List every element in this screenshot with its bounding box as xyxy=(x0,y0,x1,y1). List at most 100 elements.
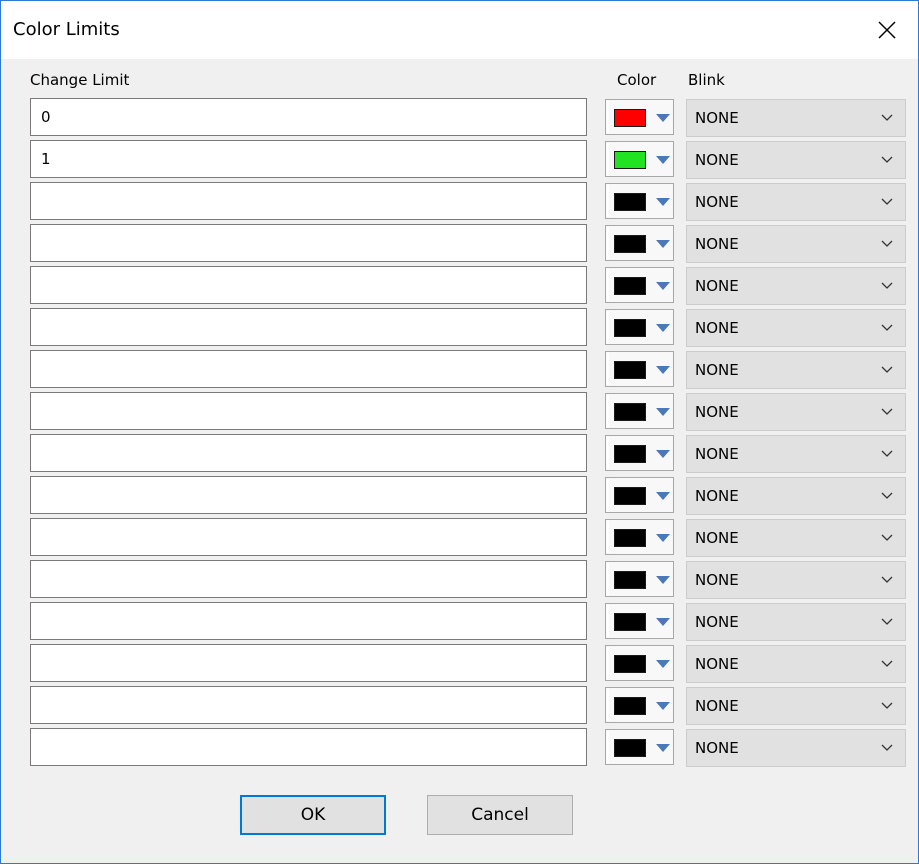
dropdown-arrow-icon xyxy=(656,492,670,500)
blink-value: NONE xyxy=(695,739,739,757)
blink-select[interactable]: NONE xyxy=(686,267,906,305)
ok-button[interactable]: OK xyxy=(240,795,386,835)
blink-value: NONE xyxy=(695,403,739,421)
change-limit-input[interactable] xyxy=(30,518,587,556)
blink-select[interactable]: NONE xyxy=(686,183,906,221)
limit-row: NONE xyxy=(1,602,918,641)
color-swatch xyxy=(614,193,646,211)
color-picker-button[interactable] xyxy=(605,477,674,513)
chevron-down-icon xyxy=(881,240,893,247)
chevron-down-icon xyxy=(881,282,893,289)
blink-value: NONE xyxy=(695,361,739,379)
limit-row: 0 NONE xyxy=(1,98,918,137)
blink-value: NONE xyxy=(695,151,739,169)
chevron-down-icon xyxy=(881,618,893,625)
blink-select[interactable]: NONE xyxy=(686,729,906,767)
blink-select[interactable]: NONE xyxy=(686,309,906,347)
blink-value: NONE xyxy=(695,697,739,715)
change-limit-input[interactable] xyxy=(30,350,587,388)
header-change-limit: Change Limit xyxy=(30,71,130,89)
color-picker-button[interactable] xyxy=(605,393,674,429)
change-limit-input[interactable] xyxy=(30,602,587,640)
color-picker-button[interactable] xyxy=(605,267,674,303)
chevron-down-icon xyxy=(881,660,893,667)
color-picker-button[interactable] xyxy=(605,99,674,135)
chevron-down-icon xyxy=(881,450,893,457)
chevron-down-icon xyxy=(881,534,893,541)
color-picker-button[interactable] xyxy=(605,141,674,177)
change-limit-input[interactable] xyxy=(30,266,587,304)
chevron-down-icon xyxy=(881,576,893,583)
chevron-down-icon xyxy=(881,408,893,415)
change-limit-input[interactable] xyxy=(30,476,587,514)
change-limit-input[interactable] xyxy=(30,728,587,766)
change-limit-input[interactable]: 0 xyxy=(30,98,587,136)
chevron-down-icon xyxy=(881,702,893,709)
color-picker-button[interactable] xyxy=(605,561,674,597)
color-swatch xyxy=(614,529,646,547)
blink-select[interactable]: NONE xyxy=(686,99,906,137)
close-icon xyxy=(878,21,896,39)
dropdown-arrow-icon xyxy=(656,534,670,542)
limit-row: NONE xyxy=(1,476,918,515)
limit-row: NONE xyxy=(1,560,918,599)
blink-select[interactable]: NONE xyxy=(686,603,906,641)
limit-row: NONE xyxy=(1,434,918,473)
color-picker-button[interactable] xyxy=(605,225,674,261)
blink-select[interactable]: NONE xyxy=(686,561,906,599)
dropdown-arrow-icon xyxy=(656,324,670,332)
change-limit-input[interactable] xyxy=(30,392,587,430)
blink-select[interactable]: NONE xyxy=(686,393,906,431)
limit-row: NONE xyxy=(1,182,918,221)
color-picker-button[interactable] xyxy=(605,645,674,681)
color-picker-button[interactable] xyxy=(605,183,674,219)
limit-row: 1 NONE xyxy=(1,140,918,179)
limit-row: NONE xyxy=(1,308,918,347)
dropdown-arrow-icon xyxy=(656,618,670,626)
change-limit-input[interactable] xyxy=(30,686,587,724)
color-swatch xyxy=(614,319,646,337)
limit-row: NONE xyxy=(1,518,918,557)
blink-select[interactable]: NONE xyxy=(686,225,906,263)
limit-row: NONE xyxy=(1,224,918,263)
blink-select[interactable]: NONE xyxy=(686,519,906,557)
blink-select[interactable]: NONE xyxy=(686,645,906,683)
color-swatch xyxy=(614,697,646,715)
dropdown-arrow-icon xyxy=(656,408,670,416)
close-button[interactable] xyxy=(856,1,918,59)
change-limit-input[interactable] xyxy=(30,182,587,220)
change-limit-input[interactable]: 1 xyxy=(30,140,587,178)
dropdown-arrow-icon xyxy=(656,660,670,668)
dropdown-arrow-icon xyxy=(656,114,670,122)
dropdown-arrow-icon xyxy=(656,240,670,248)
color-picker-button[interactable] xyxy=(605,687,674,723)
change-limit-input[interactable] xyxy=(30,308,587,346)
color-swatch xyxy=(614,277,646,295)
change-limit-input[interactable] xyxy=(30,560,587,598)
color-picker-button[interactable] xyxy=(605,351,674,387)
blink-select[interactable]: NONE xyxy=(686,351,906,389)
chevron-down-icon xyxy=(881,156,893,163)
blink-select[interactable]: NONE xyxy=(686,435,906,473)
color-picker-button[interactable] xyxy=(605,729,674,765)
blink-select[interactable]: NONE xyxy=(686,477,906,515)
limit-row: NONE xyxy=(1,266,918,305)
blink-select[interactable]: NONE xyxy=(686,687,906,725)
blink-select[interactable]: NONE xyxy=(686,141,906,179)
change-limit-input[interactable] xyxy=(30,434,587,472)
color-swatch xyxy=(614,151,646,169)
change-limit-input[interactable] xyxy=(30,224,587,262)
limit-row: NONE xyxy=(1,392,918,431)
color-swatch xyxy=(614,445,646,463)
limit-row: NONE xyxy=(1,350,918,389)
change-limit-input[interactable] xyxy=(30,644,587,682)
blink-value: NONE xyxy=(695,277,739,295)
color-picker-button[interactable] xyxy=(605,519,674,555)
dropdown-arrow-icon xyxy=(656,282,670,290)
color-picker-button[interactable] xyxy=(605,435,674,471)
chevron-down-icon xyxy=(881,366,893,373)
color-picker-button[interactable] xyxy=(605,309,674,345)
chevron-down-icon xyxy=(881,492,893,499)
cancel-button[interactable]: Cancel xyxy=(427,795,573,835)
color-picker-button[interactable] xyxy=(605,603,674,639)
